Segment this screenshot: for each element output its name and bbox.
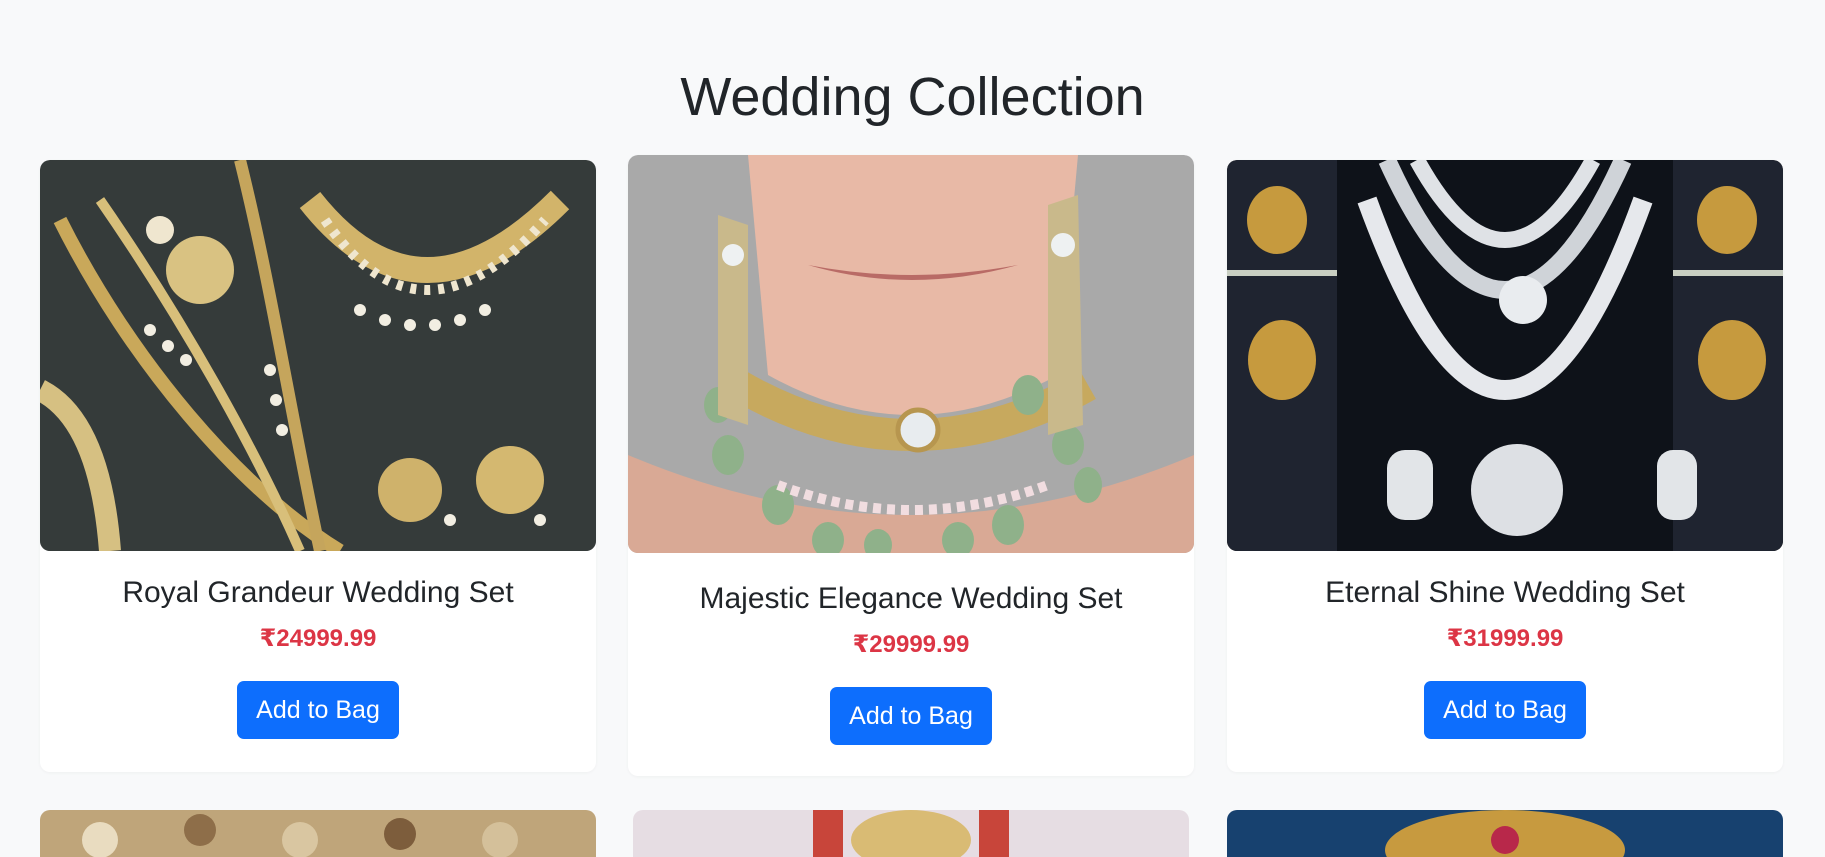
jewelry-image-icon	[1227, 160, 1783, 551]
section-title: Wedding Collection	[680, 67, 1145, 127]
product-image-peek[interactable]	[633, 810, 1189, 857]
card-body: Royal Grandeur Wedding Set ₹24999.99 Add…	[40, 573, 596, 739]
product-card: Majestic Elegance Wedding Set ₹29999.99 …	[628, 155, 1194, 776]
product-title: Eternal Shine Wedding Set	[1325, 576, 1685, 609]
product-title: Majestic Elegance Wedding Set	[699, 582, 1123, 615]
card-body: Eternal Shine Wedding Set ₹31999.99 Add …	[1227, 573, 1783, 739]
add-to-bag-button[interactable]: Add to Bag	[830, 687, 992, 745]
product-image[interactable]	[40, 160, 596, 551]
product-card: Eternal Shine Wedding Set ₹31999.99 Add …	[1227, 160, 1783, 772]
jewelry-image-icon	[40, 810, 596, 857]
product-price: ₹24999.99	[259, 625, 377, 652]
product-image-peek[interactable]	[40, 810, 596, 857]
jewelry-image-icon	[628, 155, 1194, 553]
product-image-peek[interactable]	[1227, 810, 1783, 857]
jewelry-image-icon	[633, 810, 1189, 857]
product-image[interactable]	[628, 155, 1194, 553]
product-title: Royal Grandeur Wedding Set	[122, 576, 514, 609]
jewelry-image-icon	[40, 160, 596, 551]
product-price: ₹29999.99	[852, 631, 970, 658]
add-to-bag-button[interactable]: Add to Bag	[1424, 681, 1586, 739]
add-to-bag-button[interactable]: Add to Bag	[237, 681, 399, 739]
page: Wedding Collection Royal Grandeur Weddin…	[0, 0, 1825, 857]
product-card: Royal Grandeur Wedding Set ₹24999.99 Add…	[40, 160, 596, 772]
product-image[interactable]	[1227, 160, 1783, 551]
jewelry-image-icon	[1227, 810, 1783, 857]
card-body: Majestic Elegance Wedding Set ₹29999.99 …	[628, 579, 1194, 745]
product-price: ₹31999.99	[1446, 625, 1564, 652]
